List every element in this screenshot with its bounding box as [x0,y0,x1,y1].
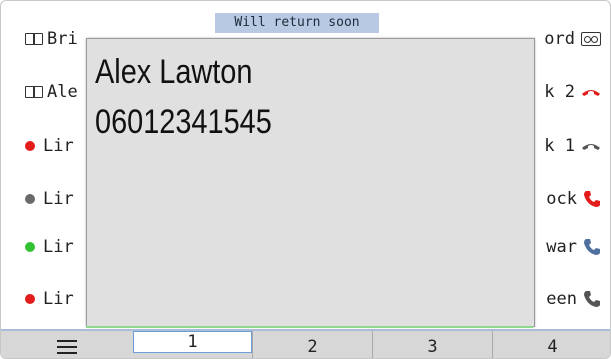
list-item-right-3[interactable]: k 1 [531,124,601,168]
list-item-right-6[interactable]: een [531,277,601,321]
right-item-label: ock [546,189,577,209]
right-item-label: k 1 [544,136,575,156]
left-item-label: Bri [47,29,78,49]
phone-icon [584,291,600,307]
tab-4[interactable]: 4 [492,331,610,358]
list-item-right-2[interactable]: k 2 [531,70,601,114]
list-item-left-3[interactable]: Lir [25,124,74,168]
hangup-icon [582,144,600,150]
list-item-left-4[interactable]: Lir [25,177,74,221]
hamburger-icon [57,339,77,354]
caller-popup[interactable]: Alex Lawton 06012341545 [86,38,535,327]
voicemail-icon [581,32,601,46]
right-item-label: een [546,289,577,309]
left-item-label: Lir [43,136,74,156]
right-item-label: ord [544,29,575,49]
caller-number: 06012341545 [95,103,272,141]
left-item-label: Lir [43,237,74,257]
list-item-right-5[interactable]: war [531,225,601,269]
status-dot-icon [25,194,35,204]
status-dot-icon [25,242,35,252]
tab-1[interactable]: 1 [133,331,252,353]
popup-accent-line [86,326,533,328]
status-dot-icon [25,294,35,304]
status-dot-icon [25,141,35,151]
list-item-right-1[interactable]: ord [531,17,601,61]
book-icon [25,86,43,98]
list-item-left-5[interactable]: Lir [25,225,74,269]
left-item-label: Lir [43,289,74,309]
tab-2[interactable]: 2 [252,331,372,358]
phone-icon [584,239,600,255]
caller-name: Alex Lawton [95,53,253,91]
tab-3[interactable]: 3 [372,331,492,358]
list-item-left-6[interactable]: Lir [25,277,74,321]
list-item-left-2[interactable]: Ale [25,70,78,114]
list-item-left-1[interactable]: Bri [25,17,78,61]
left-item-label: Ale [47,82,78,102]
book-icon [25,33,43,45]
phone-icon [584,191,600,207]
left-item-label: Lir [43,189,74,209]
hangup-icon [582,90,600,96]
tab-bar: 1 2 3 4 [1,329,610,358]
list-item-right-4[interactable]: ock [531,177,601,221]
right-item-label: k 2 [544,82,575,102]
phone-screen: Will return soon Bri Ale Lir Lir Lir Lir… [0,0,611,359]
menu-button[interactable] [1,331,133,358]
status-banner: Will return soon [215,13,379,33]
right-item-label: war [546,237,577,257]
